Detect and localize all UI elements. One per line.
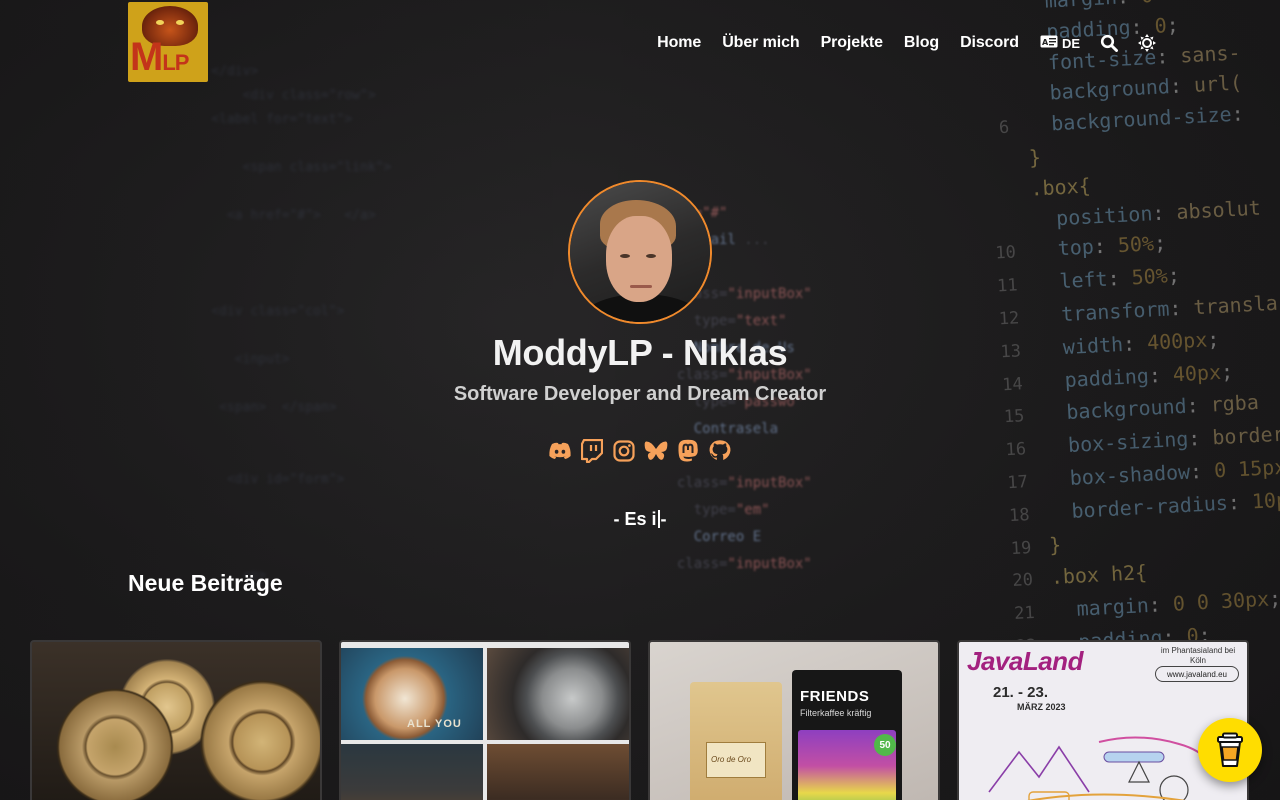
bluesky-link[interactable] xyxy=(644,439,668,463)
latte-photo: ALL YOU xyxy=(341,648,483,740)
portafilter-photo xyxy=(487,648,629,740)
search-button[interactable] xyxy=(1100,34,1118,52)
nav-projects[interactable]: Projekte xyxy=(821,34,883,52)
profile-avatar xyxy=(568,180,712,324)
discord-icon xyxy=(549,442,571,459)
coffee-bag-friends: FRIENDS Filterkaffee kräftig 50 xyxy=(792,670,902,800)
language-label: DE xyxy=(1061,35,1080,51)
language-switcher[interactable]: A DE xyxy=(1040,35,1080,51)
posts-grid: ALL YOU Oro de Oro FRIENDS Filterkaffee … xyxy=(30,640,1250,800)
typing-cursor xyxy=(657,510,660,528)
language-icon: A xyxy=(1040,35,1058,51)
bag-subtitle-text: Filterkaffee kräftig xyxy=(800,708,872,718)
coffee-cup-icon xyxy=(1217,732,1243,767)
search-icon xyxy=(1100,34,1118,52)
sun-icon xyxy=(1138,34,1156,52)
javaland-place: im Phantasialand bei Köln xyxy=(1160,646,1236,665)
javaland-illustration xyxy=(988,736,1220,800)
post-card-gears[interactable] xyxy=(30,640,322,800)
site-logo[interactable]: MLP xyxy=(128,2,208,82)
tagline-end: - xyxy=(660,509,667,529)
instagram-link[interactable] xyxy=(612,439,636,463)
post-card-javaland[interactable]: JavaLand 21. - 23. MÄRZ 2023 im Phantasi… xyxy=(957,640,1249,800)
twitch-link[interactable] xyxy=(580,439,604,463)
profile-subtitle: Software Developer and Dream Creator xyxy=(453,383,827,405)
github-link[interactable] xyxy=(708,439,732,463)
nav-about[interactable]: Über mich xyxy=(722,34,799,52)
nav-discord[interactable]: Discord xyxy=(960,34,1019,52)
javaland-url: www.javaland.eu xyxy=(1155,666,1239,682)
bag-brand-text: FRIENDS xyxy=(800,688,870,705)
nav-blog[interactable]: Blog xyxy=(904,34,939,52)
instagram-icon xyxy=(613,440,635,462)
theme-toggle-button[interactable] xyxy=(1138,34,1156,52)
bluesky-icon xyxy=(644,441,668,460)
bag-label-text: Oro de Oro xyxy=(711,755,752,764)
bag-badge: 50 xyxy=(874,734,896,756)
logo-letter-m: M xyxy=(130,35,163,79)
svg-text:A: A xyxy=(1042,38,1049,47)
javaland-date: 21. - 23. xyxy=(993,684,1049,701)
coffee-grounds-photo xyxy=(341,744,483,800)
coffee-bag-gold: Oro de Oro xyxy=(690,682,782,800)
new-posts-heading: Neue Beiträge xyxy=(128,570,283,596)
buy-me-a-coffee-button[interactable] xyxy=(1198,718,1262,782)
discord-link[interactable] xyxy=(548,439,572,463)
post-card-coffee-bags[interactable]: Oro de Oro FRIENDS Filterkaffee kräftig … xyxy=(648,640,940,800)
javaland-title: JavaLand xyxy=(967,646,1083,676)
github-icon xyxy=(709,440,731,460)
tagline-text: - Es i xyxy=(613,509,657,529)
main-nav: Home Über mich Projekte Blog Discord A D… xyxy=(657,31,1156,55)
nav-home[interactable]: Home xyxy=(657,34,701,52)
profile-name: ModdyLP - Niklas xyxy=(492,332,788,373)
logo-letters-lp: LP xyxy=(162,50,189,75)
mastodon-icon xyxy=(678,439,698,462)
social-links xyxy=(548,439,732,465)
mug-text: ALL YOU xyxy=(407,718,462,730)
tamper-photo xyxy=(487,744,629,800)
typed-tagline: - Es i- xyxy=(0,509,1280,530)
javaland-month: MÄRZ 2023 xyxy=(1017,702,1066,712)
site-header: MLP Home Über mich Projekte Blog Discord… xyxy=(0,0,1280,84)
twitch-icon xyxy=(581,439,603,463)
mastodon-link[interactable] xyxy=(676,439,700,463)
post-card-coffee-collage[interactable]: ALL YOU xyxy=(339,640,631,800)
